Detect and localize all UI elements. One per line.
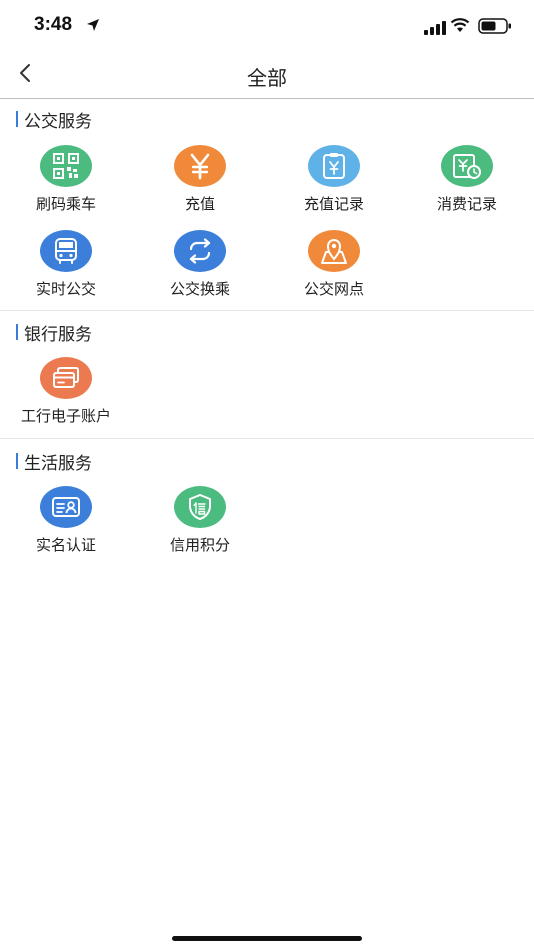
grid-item-real-name-verification[interactable]: 实名认证: [1, 486, 131, 566]
grid-item-icbc-e-account[interactable]: 工行电子账户: [1, 357, 131, 437]
section-title: 银行服务: [24, 324, 92, 345]
section-header-bus-services: 公交服务: [16, 108, 92, 132]
grid-item-label: 工行电子账户: [20, 407, 111, 425]
bus-icon: [40, 230, 92, 272]
grid-item-scan-to-ride[interactable]: 刷码乘车: [1, 145, 131, 225]
page-title: 全部: [247, 66, 287, 90]
grid-item-label: 信用积分: [169, 536, 230, 554]
status-time: 3:48: [34, 14, 73, 35]
grid-item-label: 充值: [184, 195, 215, 213]
section-title: 公交服务: [24, 111, 92, 132]
grid-item-credit-points[interactable]: 信用积分: [135, 486, 265, 566]
section-accent-bar: [16, 324, 18, 340]
map-pin-icon: [308, 230, 360, 272]
grid-item-label: 刷码乘车: [35, 195, 96, 213]
section-header-bank-services: 银行服务: [16, 321, 92, 345]
grid-item-label: 实名认证: [35, 536, 96, 554]
grid-item-label: 消费记录: [436, 195, 497, 213]
grid-item-consumption-record[interactable]: 消费记录: [402, 145, 532, 225]
transfer-icon: [174, 230, 226, 272]
home-indicator[interactable]: [172, 936, 362, 941]
cellular-signal-icon: [424, 20, 446, 35]
qr-code-icon: [40, 145, 92, 187]
bank-card-icon: [40, 357, 92, 399]
section-title: 生活服务: [24, 453, 92, 474]
id-card-icon: [40, 486, 92, 528]
section-accent-bar: [16, 453, 18, 469]
section-divider: [0, 438, 534, 439]
section-header-life-services: 生活服务: [16, 450, 92, 474]
yen-icon: [174, 145, 226, 187]
section-accent-bar: [16, 111, 18, 127]
grid-item-recharge-record[interactable]: 充值记录: [269, 145, 399, 225]
grid-item-label: 充值记录: [303, 195, 364, 213]
consumption-record-icon: [441, 145, 493, 187]
status-bar: 3:48: [0, 0, 534, 50]
credit-shield-icon: [174, 486, 226, 528]
grid-item-bus-transfer[interactable]: 公交换乘: [135, 230, 265, 310]
wifi-icon: [450, 17, 470, 33]
recharge-record-icon: [308, 145, 360, 187]
grid-item-label: 公交换乘: [169, 280, 230, 298]
grid-item-label: 实时公交: [35, 280, 96, 298]
grid-item-recharge[interactable]: 充值: [135, 145, 265, 225]
location-arrow-icon: [86, 17, 100, 31]
battery-icon: [478, 18, 512, 34]
grid-item-label: 公交网点: [303, 280, 364, 298]
grid-item-realtime-bus[interactable]: 实时公交: [1, 230, 131, 310]
nav-bar: 全部: [0, 50, 534, 99]
grid-item-bus-outlets[interactable]: 公交网点: [269, 230, 399, 310]
section-divider: [0, 310, 534, 311]
